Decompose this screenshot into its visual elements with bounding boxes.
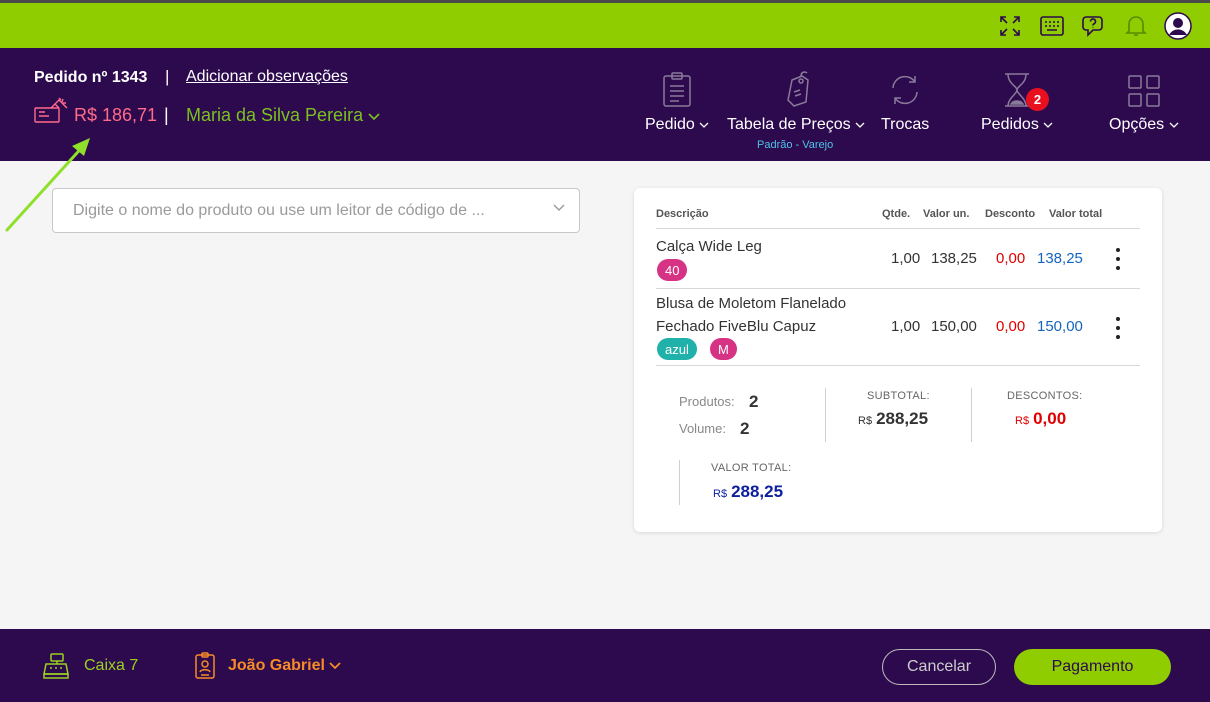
subtotal-amount: 288,25	[876, 409, 929, 428]
nav-opcoes[interactable]: Opções	[1109, 70, 1179, 134]
chevron-down-icon	[699, 122, 709, 128]
chevron-down-icon	[1043, 122, 1053, 128]
item-name: Blusa de Moletom Flanelado	[656, 295, 847, 312]
chevron-down-icon	[1169, 122, 1179, 128]
nav-label: Tabela de Preços	[727, 116, 851, 133]
currency-symbol: R$	[1015, 415, 1030, 427]
item-name: Calça Wide Leg	[656, 238, 762, 255]
products-count: 2	[749, 392, 759, 411]
money-icon	[33, 96, 69, 131]
customer-name: Maria da Silva Pereira	[186, 105, 364, 125]
divider	[656, 228, 1140, 229]
separator: |	[164, 105, 169, 125]
chevron-down-icon	[855, 122, 865, 128]
volume-label: Volume:	[679, 421, 726, 436]
order-amount: R$ 186,71	[74, 105, 158, 125]
subtotal-label: SUBTOTAL:	[867, 390, 930, 402]
chevron-down-icon	[329, 662, 342, 670]
subtotal-value: R$ 288,25	[858, 409, 928, 429]
customer-selector[interactable]: Maria da Silva Pereira	[186, 105, 380, 126]
column-header: Qtde.	[882, 208, 911, 220]
nav-pedido[interactable]: Pedido	[645, 70, 709, 134]
divider	[656, 288, 1140, 289]
divider	[971, 388, 972, 442]
nav-label: Pedido	[645, 116, 695, 133]
discounts-label: DESCONTOS:	[1007, 390, 1083, 402]
fullscreen-icon[interactable]	[996, 12, 1024, 40]
item-discount: 0,00	[996, 250, 1026, 267]
price-table-current: Padrão - Varejo	[757, 139, 834, 151]
divider	[656, 365, 1140, 366]
price-tag-icon	[787, 71, 809, 107]
nav-label: Opções	[1109, 116, 1165, 133]
add-observations-link[interactable]: Adicionar observações	[186, 68, 348, 86]
discounts-value: R$ 0,00	[1015, 409, 1066, 429]
volume-count: 2	[740, 419, 750, 438]
divider	[825, 388, 826, 442]
item-discount: 0,00	[996, 318, 1026, 335]
order-header: Pedido nº 1343 | Adicionar observações R…	[0, 48, 1210, 161]
item-qty: 1,00	[891, 250, 921, 267]
register-name: Caixa 7	[84, 657, 139, 674]
chevron-down-icon[interactable]	[553, 204, 565, 212]
divider	[679, 460, 680, 505]
nav-price-table[interactable]: Tabela de Preços	[727, 70, 865, 134]
order-number: Pedido nº 1343	[34, 69, 148, 86]
item-total: 138,25	[1037, 250, 1083, 267]
operator-selector[interactable]: João Gabriel	[228, 657, 342, 675]
column-header: Descrição	[656, 208, 709, 220]
top-bar-icons	[996, 12, 1192, 40]
grand-total-amount: 288,25	[731, 482, 784, 501]
item-tag: M	[710, 338, 737, 360]
user-avatar-icon[interactable]	[1164, 12, 1192, 40]
column-header: Valor total	[1049, 208, 1103, 220]
operator-badge-icon	[194, 652, 216, 685]
currency-symbol: R$	[858, 415, 873, 427]
bell-icon[interactable]	[1122, 12, 1150, 40]
discounts-amount: 0,00	[1033, 409, 1067, 428]
cancel-button[interactable]: Cancelar	[882, 649, 996, 685]
operator-name: João Gabriel	[228, 657, 325, 674]
pending-orders-badge: 2	[1026, 88, 1049, 111]
cash-register-icon	[42, 652, 70, 685]
item-menu-icon[interactable]	[1108, 317, 1128, 339]
exchange-icon	[892, 75, 918, 105]
product-search[interactable]	[52, 188, 580, 233]
top-bar	[0, 0, 1210, 48]
currency-symbol: R$	[713, 488, 728, 500]
product-search-input[interactable]	[73, 199, 543, 223]
grid-icon	[1128, 75, 1160, 107]
products-label: Produtos:	[679, 394, 735, 409]
item-name: Fechado FiveBlu Capuz	[656, 318, 817, 335]
item-total: 150,00	[1037, 318, 1083, 335]
nav-label: Pedidos	[981, 116, 1039, 133]
payment-button[interactable]: Pagamento	[1014, 649, 1171, 685]
item-qty: 1,00	[891, 318, 921, 335]
grand-total-value: R$ 288,25	[713, 482, 783, 502]
separator: |	[165, 67, 170, 86]
nav-label: Trocas	[881, 116, 930, 133]
nav-trocas[interactable]: Trocas	[881, 70, 929, 134]
help-icon[interactable]	[1080, 12, 1108, 40]
item-unit-price: 138,25	[931, 250, 977, 267]
column-header: Desconto	[985, 208, 1036, 220]
footer-bar: Caixa 7 João Gabriel Cancelar Pagamento	[0, 629, 1210, 702]
cart-panel: Descrição Qtde. Valor un. Desconto Valor…	[634, 188, 1162, 532]
item-unit-price: 150,00	[931, 318, 977, 335]
item-menu-icon[interactable]	[1108, 248, 1128, 270]
grand-total-label: VALOR TOTAL:	[711, 462, 792, 474]
item-tag: azul	[657, 338, 697, 360]
clipboard-icon	[663, 72, 691, 107]
item-tag: 40	[657, 259, 688, 281]
column-header: Valor un.	[923, 208, 970, 220]
chevron-down-icon	[368, 113, 380, 121]
keyboard-icon[interactable]	[1038, 12, 1066, 40]
